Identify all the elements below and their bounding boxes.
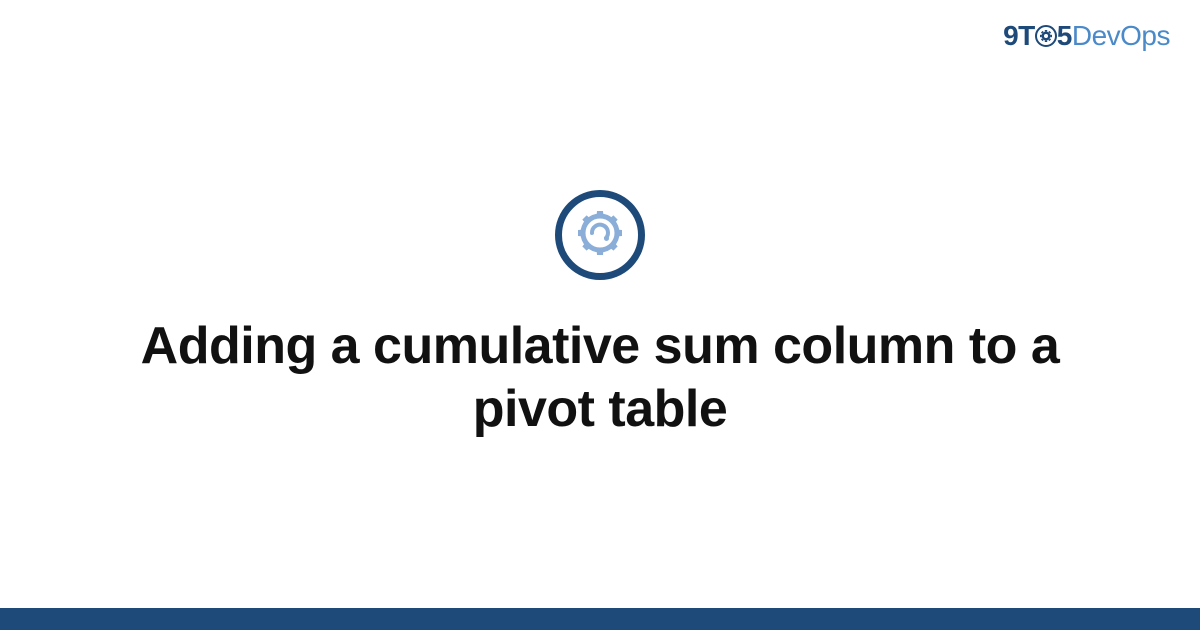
main-content: Adding a cumulative sum column to a pivo… [0,0,1200,630]
site-logo: 9T 5 DevOps [1003,20,1170,52]
gear-badge [555,190,645,280]
gear-icon [1034,24,1058,48]
logo-text-middle: 5 [1057,20,1072,52]
page-title: Adding a cumulative sum column to a pivo… [120,315,1080,440]
logo-text-prefix: 9T [1003,20,1035,52]
logo-text-suffix: DevOps [1072,20,1170,52]
footer-accent-bar [0,608,1200,630]
gear-icon [573,206,627,265]
